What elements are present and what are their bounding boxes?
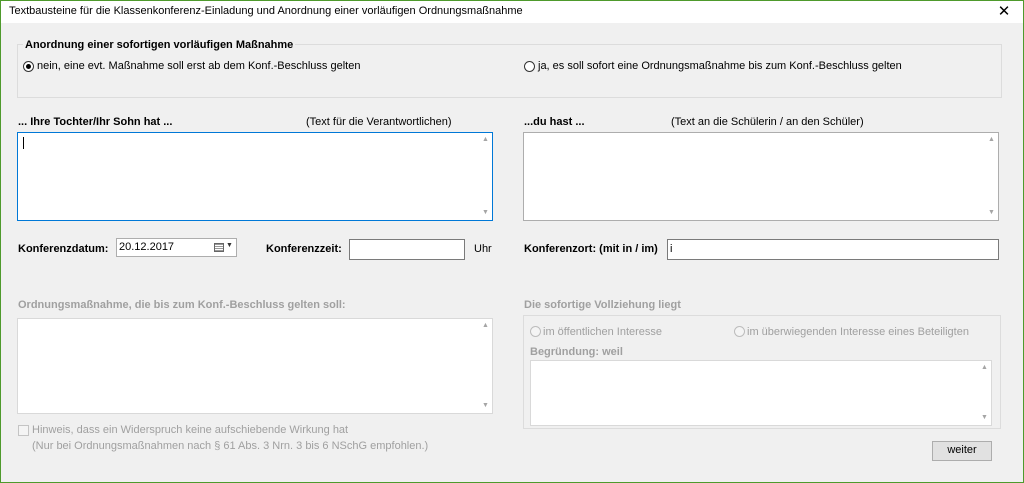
vollziehung-label: Die sofortige Vollziehung liegt (524, 299, 681, 311)
scroll-down-icon[interactable]: ▼ (985, 207, 998, 219)
begruendung-textarea[interactable]: ▲ ▼ (530, 360, 992, 426)
radio-beteiligter[interactable] (734, 326, 745, 337)
window-title: Textbausteine für die Klassenkonferenz-E… (9, 5, 523, 17)
scroll-down-icon[interactable]: ▼ (479, 207, 492, 219)
calendar-icon[interactable] (214, 243, 224, 252)
konferenzort-label: Konferenzort: (mit in / im) (524, 243, 658, 255)
scroll-up-icon[interactable]: ▲ (479, 134, 492, 146)
radio-anordnung-yes[interactable] (524, 61, 535, 72)
scroll-up-icon[interactable]: ▲ (978, 362, 991, 374)
konferenzzeit-unit: Uhr (474, 243, 492, 255)
ordnungsmassnahme-label: Ordnungsmaßnahme, die bis zum Konf.-Besc… (18, 299, 346, 311)
hinweis-label[interactable]: Hinweis, dass ein Widerspruch keine aufs… (32, 424, 348, 436)
konferenzzeit-label: Konferenzzeit: (266, 243, 342, 255)
ordnungsmassnahme-scrollbar[interactable]: ▲ ▼ (479, 319, 492, 413)
radio-anordnung-no[interactable] (23, 61, 34, 72)
scroll-up-icon[interactable]: ▲ (479, 320, 492, 332)
begruendung-scrollbar[interactable]: ▲ ▼ (978, 361, 991, 425)
tochter-hint: (Text für die Verantwortlichen) (306, 116, 452, 128)
weiter-button-label: weiter (947, 444, 977, 456)
radio-beteiligter-label[interactable]: im überwiegenden Interesse eines Beteili… (747, 326, 969, 338)
chevron-down-icon[interactable]: ▼ (226, 242, 233, 249)
tochter-textarea[interactable]: ▲ ▼ (17, 132, 493, 221)
konferenzdatum-value: 20.12.2017 (119, 241, 175, 253)
radio-anordnung-yes-label[interactable]: ja, es soll sofort eine Ordnungsmaßnahme… (538, 60, 902, 72)
konferenzort-value: i (670, 243, 673, 255)
text-caret (23, 137, 24, 149)
radio-oeffentlich-label[interactable]: im öffentlichen Interesse (543, 326, 662, 338)
konferenzort-input[interactable]: i (667, 239, 999, 260)
scroll-down-icon[interactable]: ▼ (978, 412, 991, 424)
du-label: ...du hast ... (524, 116, 585, 128)
scroll-up-icon[interactable]: ▲ (985, 134, 998, 146)
dialog-window: Textbausteine für die Klassenkonferenz-E… (0, 0, 1024, 483)
du-textarea[interactable]: ▲ ▼ (523, 132, 999, 221)
konferenzdatum-picker[interactable]: 20.12.2017 ▼ (116, 238, 237, 257)
hinweis-note: (Nur bei Ordnungsmaßnahmen nach § 61 Abs… (32, 440, 429, 452)
title-bar[interactable]: Textbausteine für die Klassenkonferenz-E… (1, 1, 1023, 23)
du-scrollbar[interactable]: ▲ ▼ (985, 133, 998, 220)
hinweis-checkbox[interactable] (18, 425, 29, 436)
close-icon: ✕ (997, 3, 1011, 20)
anordnung-heading: Anordnung einer sofortigen vorläufigen M… (23, 39, 296, 51)
radio-anordnung-no-label[interactable]: nein, eine evt. Maßnahme soll erst ab de… (37, 60, 360, 72)
tochter-scrollbar[interactable]: ▲ ▼ (479, 133, 492, 220)
begruendung-label: Begründung: weil (530, 346, 623, 358)
ordnungsmassnahme-textarea[interactable]: ▲ ▼ (17, 318, 493, 414)
close-button[interactable]: ✕ (989, 1, 1019, 23)
tochter-label: ... Ihre Tochter/Ihr Sohn hat ... (18, 116, 173, 128)
radio-oeffentlich[interactable] (530, 326, 541, 337)
weiter-button[interactable]: weiter (932, 441, 992, 461)
konferenzdatum-label: Konferenzdatum: (18, 243, 109, 255)
du-hint: (Text an die Schülerin / an den Schüler) (671, 116, 864, 128)
scroll-down-icon[interactable]: ▼ (479, 400, 492, 412)
konferenzzeit-input[interactable] (349, 239, 465, 260)
